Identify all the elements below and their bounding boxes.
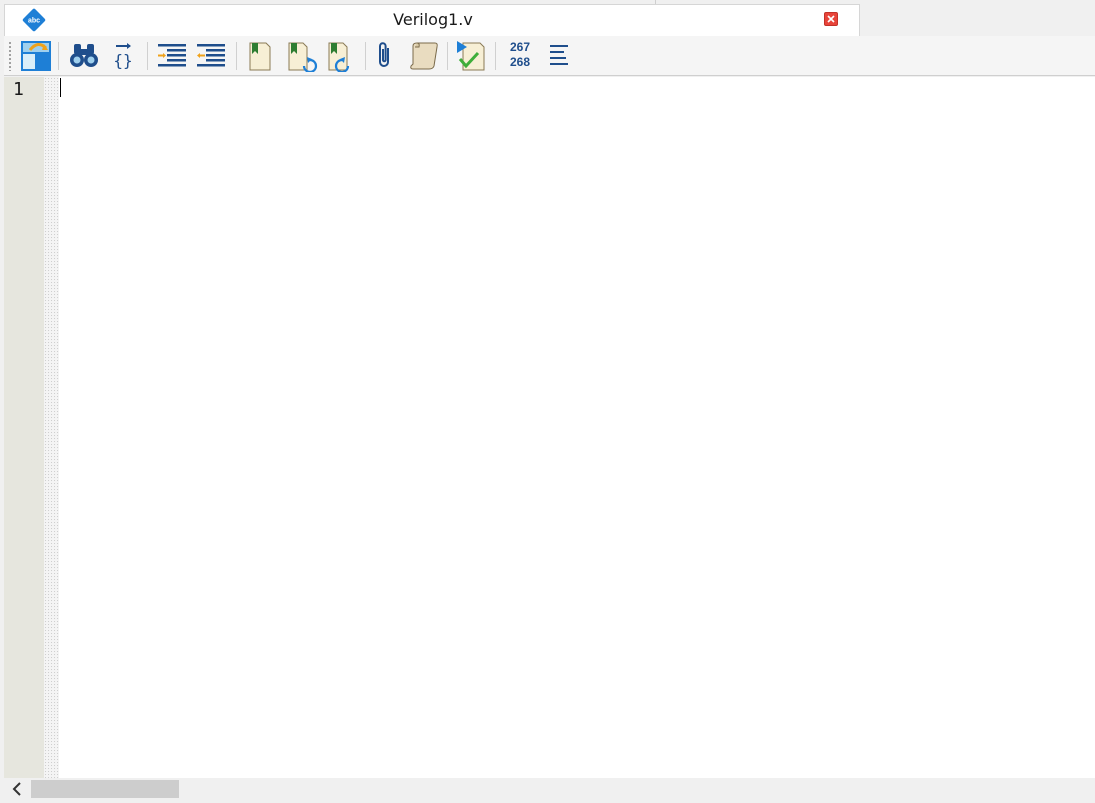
toolbar-separator: [147, 42, 148, 70]
find-binoculars-icon[interactable]: [67, 38, 101, 72]
scrollbar-thumb[interactable]: [31, 780, 179, 798]
increase-indent-icon[interactable]: [155, 38, 189, 72]
editor-toolbar: {} 267 268: [4, 36, 1095, 76]
window-layout-icon[interactable]: [18, 38, 52, 72]
next-bookmark-icon[interactable]: [284, 38, 318, 72]
toolbar-separator: [495, 42, 496, 70]
document-tab[interactable]: abc Verilog1.v: [4, 4, 860, 36]
toolbar-separator: [58, 42, 59, 70]
toolbar-separator: [365, 42, 366, 70]
find-matching-brace-icon[interactable]: {}: [106, 38, 140, 72]
insert-template-scroll-icon[interactable]: [407, 38, 441, 72]
scroll-left-icon[interactable]: [4, 778, 30, 798]
toggle-bookmark-icon[interactable]: [243, 38, 277, 72]
line-number-gutter: 1: [4, 77, 44, 778]
line-numbers-icon[interactable]: 267 268: [504, 40, 536, 72]
line-number: 1: [13, 79, 24, 100]
svg-text:{}: {}: [113, 51, 132, 70]
fold-margin[interactable]: [44, 77, 59, 778]
attach-icon[interactable]: [368, 38, 402, 72]
decrease-indent-icon[interactable]: [194, 38, 228, 72]
toolbar-separator: [236, 42, 237, 70]
toolbar-separator: [447, 42, 448, 70]
close-icon[interactable]: [824, 12, 838, 26]
horizontal-scrollbar[interactable]: [4, 778, 1095, 798]
tab-title: Verilog1.v: [393, 10, 473, 29]
toolbar-grip[interactable]: [8, 41, 12, 71]
code-editor[interactable]: 1: [4, 77, 1095, 778]
analyze-check-icon[interactable]: [454, 38, 488, 72]
align-lines-icon[interactable]: [542, 38, 576, 72]
previous-bookmark-icon[interactable]: [324, 38, 358, 72]
text-caret: [60, 78, 61, 97]
tab-strip: abc Verilog1.v: [0, 0, 1095, 36]
